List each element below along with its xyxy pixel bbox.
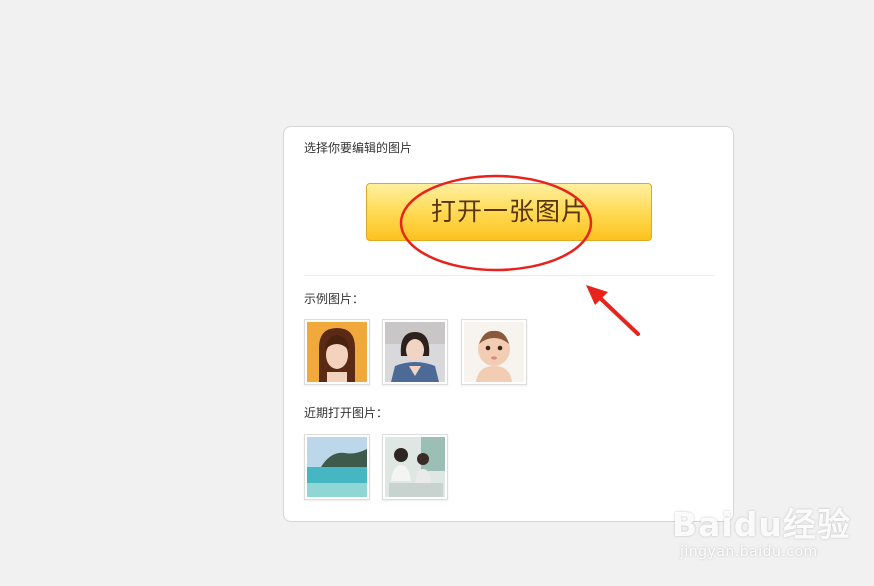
office-women-photo: [385, 437, 445, 497]
baidu-jingyan-watermark-logo: Baidu经验: [672, 505, 851, 544]
sea-island-photo: [307, 437, 367, 497]
woman-denim-photo: [385, 322, 445, 382]
section-divider: [304, 275, 715, 276]
recent-image-1[interactable]: [304, 434, 370, 500]
baby-photo: [464, 322, 524, 382]
samples-label: 示例图片：: [304, 292, 365, 306]
sample-image-2[interactable]: [382, 319, 448, 385]
sample-image-1[interactable]: [304, 319, 370, 385]
recent-label: 近期打开图片：: [304, 406, 389, 420]
recent-image-2[interactable]: [382, 434, 448, 500]
open-image-button[interactable]: 打开一张图片: [366, 183, 652, 241]
baidu-jingyan-watermark-url: jingyan.baidu.com: [680, 544, 818, 560]
sample-image-3[interactable]: [461, 319, 527, 385]
image-select-dialog: 选择你要编辑的图片 打开一张图片 示例图片： 近期打开图片：: [283, 126, 734, 522]
woman-bangs-photo: [307, 322, 367, 382]
dialog-heading: 选择你要编辑的图片: [304, 141, 413, 155]
